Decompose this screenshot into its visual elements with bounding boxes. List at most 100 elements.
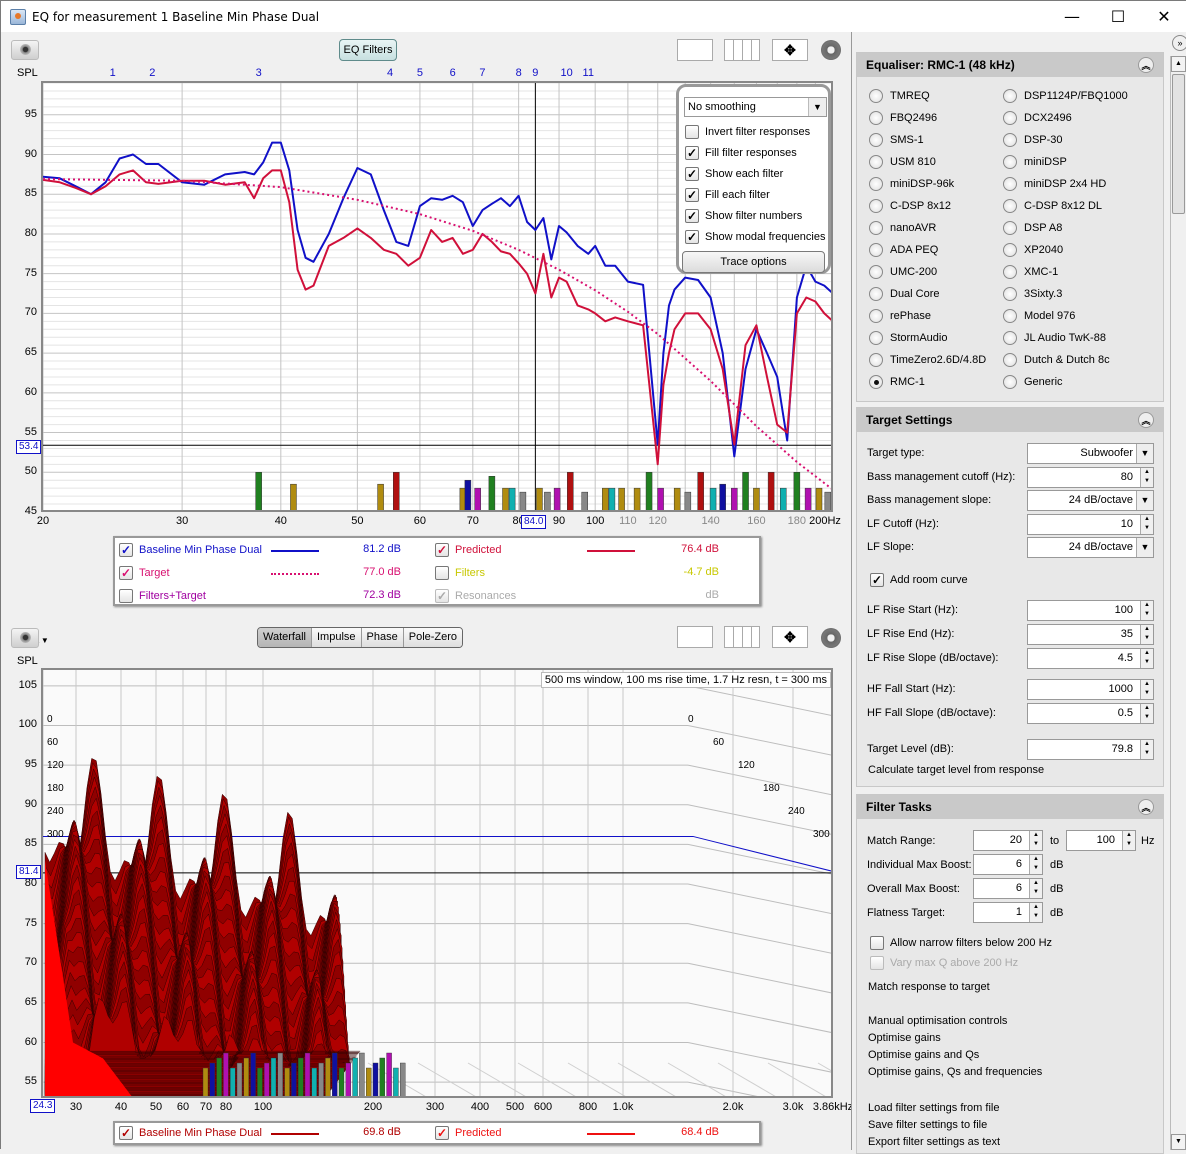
hf-fall-slope-input[interactable]: 0.5 ▲ ▼ [1027,703,1154,724]
scroll-up-icon[interactable]: ▲ [1171,56,1186,72]
radio-c-dsp-8x12[interactable]: C-DSP 8x12 [869,197,951,215]
spinner-icon[interactable]: ▲ ▼ [1140,468,1153,487]
lf-rise-slope-input[interactable]: 4.5 ▲ ▼ [1027,648,1154,669]
radio-stormaudio[interactable]: StormAudio [869,329,947,347]
tab-impulse[interactable]: Impulse [312,628,362,647]
overlay-option-show-filter-numbers[interactable]: ✓ Show filter numbers [685,206,802,226]
manual-optimisation-link[interactable]: Manual optimisation controls [868,1015,1007,1027]
scroll-down-icon[interactable]: ▼ [1171,1134,1186,1150]
radio-generic[interactable]: Generic [1003,373,1063,391]
pan-arrows-icon[interactable]: ✥ [772,626,808,648]
legend-item-resonances[interactable]: ✓ Resonances [435,586,516,606]
camera-icon[interactable] [11,40,39,60]
load-filters-link[interactable]: Load filter settings from file [868,1102,999,1114]
radio-xp2040[interactable]: XP2040 [1003,241,1063,259]
maximize-button[interactable]: ☐ [1095,1,1141,32]
radio-ada-peq[interactable]: ADA PEQ [869,241,938,259]
spinner-icon[interactable]: ▲ ▼ [1140,680,1153,699]
calculate-target-level-link[interactable]: Calculate target level from response [868,764,1044,776]
layout-columns-icon[interactable] [724,626,760,648]
trace-options-button[interactable]: Trace options [682,251,825,273]
legend-item-baseline-min-phase-dual[interactable]: ✓ Baseline Min Phase Dual [119,540,262,560]
individual-max-boost-input[interactable]: 6 ▲ ▼ [973,854,1043,875]
match-range-from-input[interactable]: 20 ▲ ▼ [973,830,1043,851]
radio-minidsp[interactable]: miniDSP [1003,153,1067,171]
radio-dutch-dutch-8c[interactable]: Dutch & Dutch 8c [1003,351,1110,369]
zoom-controls-icon[interactable] [677,39,713,61]
spinner-icon[interactable]: ▲ ▼ [1029,903,1042,922]
lf-rise-start-input[interactable]: 100 ▲ ▼ [1027,600,1154,621]
bm-slope-select[interactable]: 24 dB/octave ▼ [1027,490,1154,511]
legend-item-predicted[interactable]: ✓ Predicted [435,540,501,560]
radio-dual-core[interactable]: Dual Core [869,285,940,303]
lf-rise-end-input[interactable]: 35 ▲ ▼ [1027,624,1154,645]
overlay-option-fill-each-filter[interactable]: ✓ Fill each filter [685,185,770,205]
overall-max-boost-input[interactable]: 6 ▲ ▼ [973,878,1043,899]
radio-usm-810[interactable]: USM 810 [869,153,936,171]
tab-pole-zero[interactable]: Pole-Zero [403,628,463,647]
save-filters-link[interactable]: Save filter settings to file [868,1119,987,1131]
radio-umc-200[interactable]: UMC-200 [869,263,937,281]
radio-nanoavr[interactable]: nanoAVR [869,219,936,237]
radio-minidsp-2x4-hd[interactable]: miniDSP 2x4 HD [1003,175,1106,193]
lf-slope-select[interactable]: 24 dB/octave ▼ [1027,537,1154,558]
optimise-gains-link[interactable]: Optimise gains [868,1032,941,1044]
optimise-gains-qs-link[interactable]: Optimise gains and Qs [868,1049,979,1061]
spinner-icon[interactable]: ▲ ▼ [1029,831,1042,850]
spinner-icon[interactable]: ▲ ▼ [1140,649,1153,668]
radio-c-dsp-8x12-dl[interactable]: C-DSP 8x12 DL [1003,197,1102,215]
waterfall-chart[interactable]: 0 0 60 60 120 120 180 180 240 240 300 300 500 ms wi… [41,668,833,1098]
legend-item-predicted[interactable]: ✓ Predicted [435,1123,501,1143]
radio-rmc-1[interactable]: RMC-1 [869,373,925,391]
spinner-icon[interactable]: ▲ ▼ [1140,740,1153,759]
target-level-input[interactable]: 79.8 ▲ ▼ [1027,739,1154,760]
spinner-icon[interactable]: ▲ ▼ [1140,625,1153,644]
settings-gear-icon[interactable] [821,628,841,648]
layout-columns-icon[interactable] [724,39,760,61]
radio-rephase[interactable]: rePhase [869,307,931,325]
radio-xmc-1[interactable]: XMC-1 [1003,263,1058,281]
flatness-target-input[interactable]: 1 ▲ ▼ [973,902,1043,923]
settings-scrollbar[interactable]: ▲ ▼ [1170,56,1186,1150]
collapse-icon[interactable]: ︽ [1138,57,1154,73]
tab-phase[interactable]: Phase [361,628,404,647]
overlay-option-show-each-filter[interactable]: ✓ Show each filter [685,164,783,184]
overlay-option-fill-filter-responses[interactable]: ✓ Fill filter responses [685,143,797,163]
legend-item-filters-target[interactable]: Filters+Target [119,586,206,606]
export-filters-link[interactable]: Export filter settings as text [868,1136,1000,1148]
scrollbar-thumb[interactable] [1172,74,1185,214]
pan-arrows-icon[interactable]: ✥ [772,39,808,61]
close-button[interactable]: ✕ [1141,1,1186,32]
spinner-icon[interactable]: ▲ ▼ [1029,879,1042,898]
radio-jl-audio-twk-88[interactable]: JL Audio TwK-88 [1003,329,1106,347]
radio-dcx2496[interactable]: DCX2496 [1003,109,1072,127]
spinner-icon[interactable]: ▲ ▼ [1140,515,1153,534]
radio-fbq2496[interactable]: FBQ2496 [869,109,937,127]
radio-tmreq[interactable]: TMREQ [869,87,930,105]
add-room-curve-checkbox[interactable]: ✓ Add room curve [870,570,968,590]
vary-max-q-checkbox[interactable]: Vary max Q above 200 Hz [870,953,1018,973]
settings-gear-icon[interactable] [821,40,841,60]
lf-cutoff-input[interactable]: 10 ▲ ▼ [1027,514,1154,535]
radio-dsp1124p-fbq1000[interactable]: DSP1124P/FBQ1000 [1003,87,1128,105]
tab-waterfall[interactable]: Waterfall [258,628,312,647]
bm-cutoff-input[interactable]: 80 ▲ ▼ [1027,467,1154,488]
match-response-link[interactable]: Match response to target [868,981,990,993]
camera-icon[interactable] [11,628,39,648]
legend-item-target[interactable]: ✓ Target [119,563,170,583]
spinner-icon[interactable]: ▲ ▼ [1140,704,1153,723]
collapse-icon[interactable]: ︽ [1138,799,1154,815]
zoom-controls-icon[interactable] [677,626,713,648]
spinner-icon[interactable]: ▲ ▼ [1122,831,1135,850]
eq-filters-button[interactable]: EQ Filters [339,39,397,61]
collapse-icon[interactable]: ︽ [1138,412,1154,428]
radio-model-976[interactable]: Model 976 [1003,307,1075,325]
overlay-option-invert-filter-responses[interactable]: Invert filter responses [685,122,810,142]
expand-panel-icon[interactable]: » [1172,35,1186,51]
minimize-button[interactable]: — [1049,1,1095,32]
hf-fall-start-input[interactable]: 1000 ▲ ▼ [1027,679,1154,700]
radio-minidsp-96k[interactable]: miniDSP-96k [869,175,954,193]
spinner-icon[interactable]: ▲ ▼ [1140,601,1153,620]
match-range-to-input[interactable]: 100 ▲ ▼ [1066,830,1136,851]
radio-timezero2-6d-4-8d[interactable]: TimeZero2.6D/4.8D [869,351,986,369]
